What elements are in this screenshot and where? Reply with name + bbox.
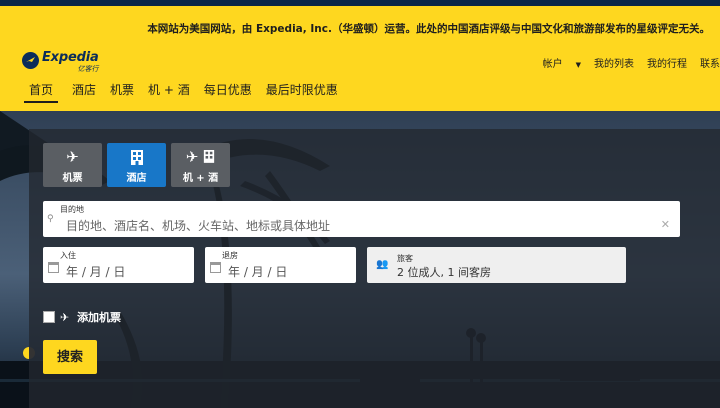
checkout-label: 退房: [222, 251, 238, 260]
logo-text: Expedia 亿客行: [42, 50, 99, 73]
my-list-link[interactable]: 我的列表: [594, 55, 634, 70]
tab-flight-hotel-label: 机 + 酒: [182, 173, 219, 184]
my-trips-link[interactable]: 我的行程: [647, 55, 687, 70]
calendar-icon: [210, 262, 221, 273]
close-icon[interactable]: ✕: [661, 218, 670, 231]
nav-flights[interactable]: 机票: [110, 81, 134, 103]
destination-label: 目的地: [60, 205, 84, 214]
chevron-down-icon: ▼: [575, 61, 581, 69]
person-icon: 👥: [376, 259, 389, 270]
legal-notice: 本网站为美国网站，由 Expedia, Inc.（华盛顿）运营。此处的中国酒店评…: [147, 23, 710, 35]
nav-hotels[interactable]: 酒店: [72, 81, 96, 103]
main-nav: 首页 酒店 机票 机 + 酒 每日优惠 最后时限优惠: [24, 81, 352, 103]
account-nav: 帐户 ▼ 我的列表 我的行程 联系: [517, 55, 720, 70]
logo-name: Expedia: [42, 50, 99, 65]
search-button[interactable]: 搜索: [43, 340, 97, 374]
site-header: 本网站为美国网站，由 Expedia, Inc.（华盛顿）运营。此处的中国酒店评…: [0, 6, 720, 111]
plane-icon: ✈: [60, 311, 70, 324]
nav-daily-deals[interactable]: 每日优惠: [204, 81, 252, 103]
nav-home[interactable]: 首页: [24, 81, 59, 103]
checkout-field[interactable]: 退房 年 / 月 / 日: [205, 247, 356, 283]
guests-field[interactable]: 旅客 👥 2 位成人, 1 间客房: [367, 247, 626, 283]
globe-logo-icon: [22, 52, 39, 69]
expedia-logo[interactable]: Expedia 亿客行: [22, 50, 99, 73]
plane-icon: ✈: [66, 148, 79, 166]
logo-subtitle: 亿客行: [77, 65, 99, 73]
guests-label: 旅客: [397, 254, 413, 263]
checkout-input[interactable]: 年 / 月 / 日: [228, 263, 287, 280]
tab-hotels[interactable]: 酒店: [107, 143, 166, 187]
checkin-field[interactable]: 入住 年 / 月 / 日: [43, 247, 194, 283]
guests-value: 2 位成人, 1 间客房: [397, 266, 491, 279]
tab-flight-hotel[interactable]: ✈ 机 + 酒: [171, 143, 230, 187]
calendar-icon: [48, 262, 59, 273]
half-circle-icon: [23, 347, 35, 359]
account-menu[interactable]: 帐户 ▼: [530, 55, 581, 70]
tab-hotels-label: 酒店: [126, 173, 147, 184]
destination-field[interactable]: 目的地 ⚲ 目的地、酒店名、机场、火车站、地标或具体地址 ✕: [43, 201, 680, 237]
plane-hotel-icon: ✈: [171, 149, 230, 166]
account-label: 帐户: [542, 59, 563, 70]
contact-link[interactable]: 联系: [700, 55, 720, 70]
add-flight-checkbox[interactable]: [43, 311, 55, 323]
destination-input[interactable]: 目的地、酒店名、机场、火车站、地标或具体地址: [66, 217, 330, 234]
tab-flights[interactable]: ✈ 机票: [43, 143, 102, 187]
nav-last-minute[interactable]: 最后时限优惠: [266, 81, 338, 103]
location-pin-icon: ⚲: [47, 214, 54, 224]
nav-packages[interactable]: 机 + 酒: [148, 81, 190, 103]
checkin-label: 入住: [60, 251, 76, 260]
checkin-input[interactable]: 年 / 月 / 日: [66, 263, 125, 280]
tab-flights-label: 机票: [62, 173, 83, 184]
add-flight-text: 添加机票: [77, 311, 122, 324]
hotel-icon: [107, 149, 166, 166]
add-flight-label[interactable]: ✈ 添加机票: [60, 309, 121, 325]
